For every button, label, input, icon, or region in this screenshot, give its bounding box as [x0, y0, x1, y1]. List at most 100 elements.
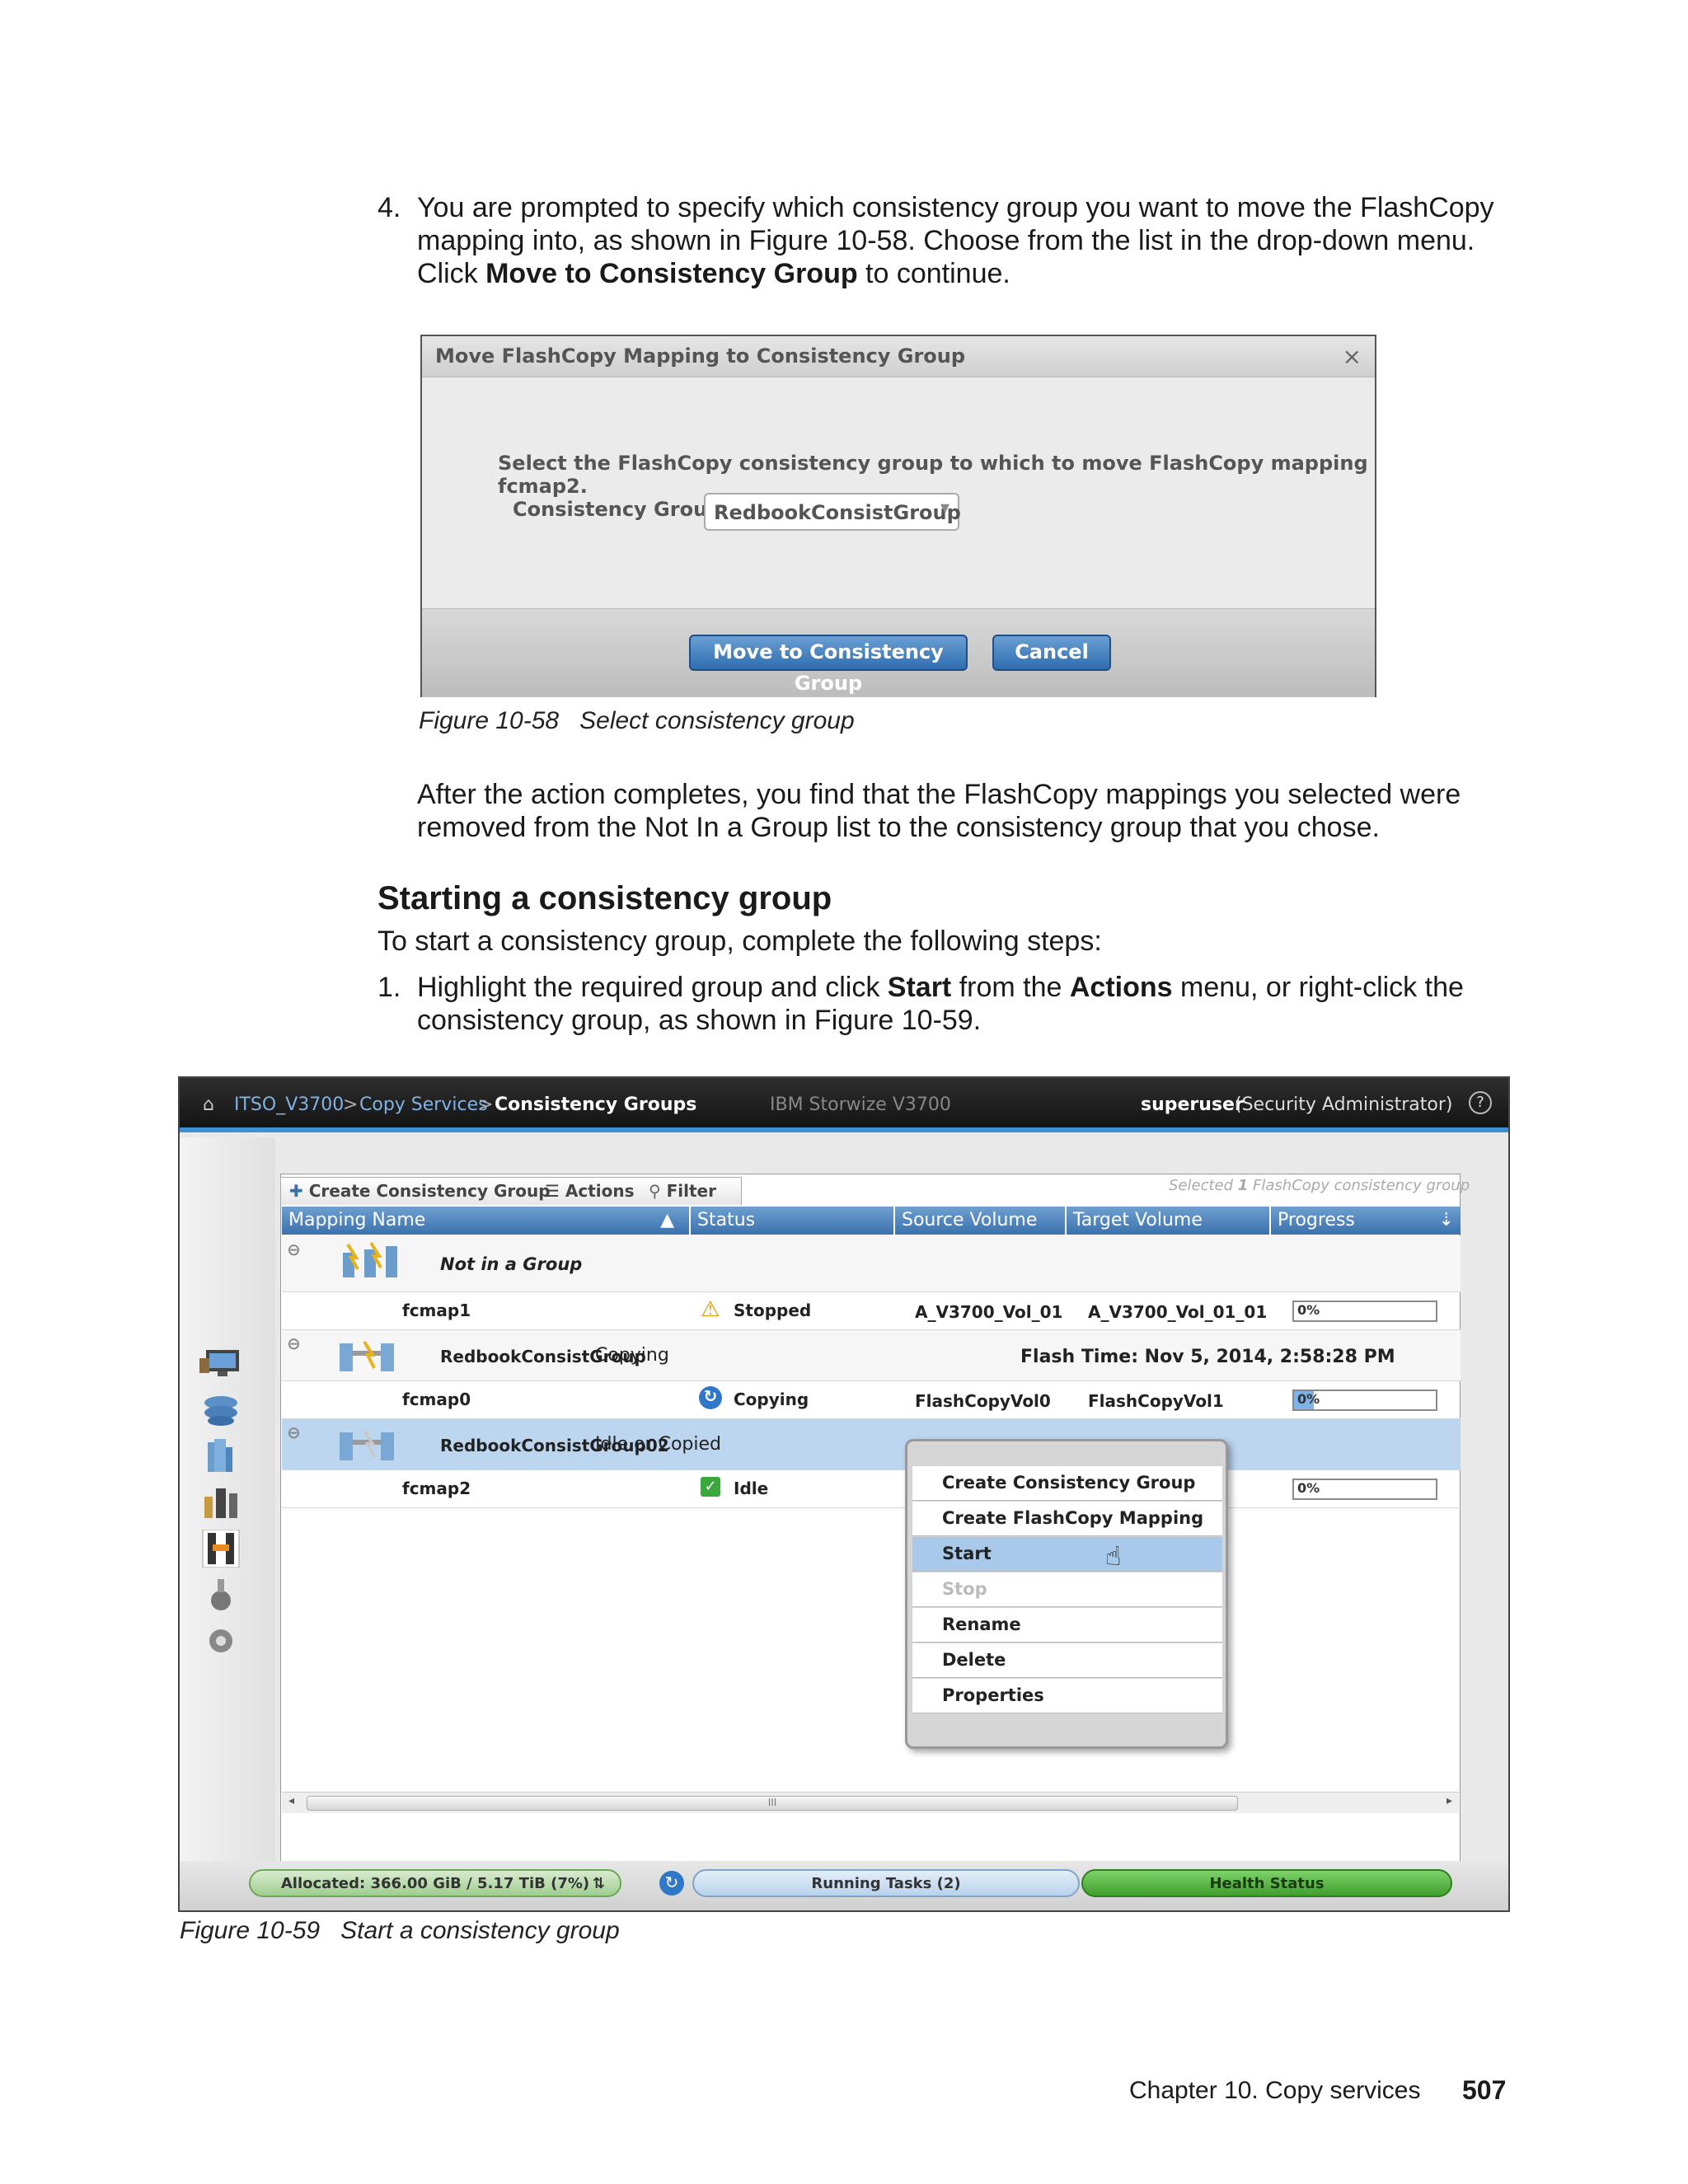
progress-bar: 0%: [1292, 1479, 1437, 1500]
consistency-group-icon: [340, 1340, 394, 1371]
move-to-consistency-group-button[interactable]: Move to Consistency Group: [689, 635, 968, 695]
group-row-selected[interactable]: ⊖ RedbookConsistGroup02 Idle or Copied: [282, 1419, 1461, 1470]
step1-l1e: menu, or right-click the: [1172, 972, 1464, 1003]
step1-l1d: Actions: [1069, 972, 1173, 1003]
target-volume: A_V3700_Vol_01_01: [1088, 1302, 1268, 1322]
breadcrumb-current: Consistency Groups: [495, 1094, 697, 1115]
mapping-name: fcmap0: [402, 1390, 471, 1409]
consistency-group-icon: [340, 1429, 394, 1460]
group-name: Not in a Group: [440, 1254, 583, 1274]
pools-icon[interactable]: [196, 1391, 246, 1429]
step4-line3: Click Move to Consistency Group to conti…: [417, 257, 1522, 290]
scroll-grip: III: [767, 1797, 777, 1808]
figure-59-number: Figure 10-59: [180, 1917, 321, 1944]
menu-item-rename[interactable]: Rename: [912, 1608, 1222, 1643]
access-icon[interactable]: [196, 1576, 246, 1614]
menu-item-properties[interactable]: Properties: [912, 1679, 1222, 1713]
page-number: 507: [1462, 2075, 1507, 2105]
create-consistency-group-button[interactable]: ✚ Create Consistency Group: [289, 1181, 551, 1201]
progress-bar: 0%: [1292, 1390, 1437, 1411]
health-status[interactable]: Health Status: [1081, 1869, 1452, 1897]
collapse-icon[interactable]: ⊖: [287, 1422, 301, 1442]
consistency-group-label: Consistency Group: [513, 498, 722, 521]
group-row[interactable]: ⊖ Not in a Group: [282, 1236, 1461, 1292]
mapping-status: Stopped: [734, 1301, 812, 1320]
target-volume: FlashCopyVol1: [1088, 1391, 1224, 1411]
plus-icon: ✚: [289, 1181, 309, 1201]
progress-bar: 0%: [1292, 1301, 1437, 1322]
breadcrumb-sep: >: [343, 1094, 359, 1115]
column-progress[interactable]: Progress ⇣: [1271, 1207, 1461, 1235]
toggle-units-icon[interactable]: ⇅: [593, 1871, 605, 1897]
mapping-name: fcmap1: [402, 1301, 471, 1320]
table-row[interactable]: fcmap0 ↻ Copying FlashCopyVol0 FlashCopy…: [282, 1381, 1461, 1419]
step-number: 1.: [377, 972, 401, 1003]
collapse-icon[interactable]: ⊖: [287, 1240, 301, 1259]
sort-ascending-icon: ▲: [660, 1210, 674, 1230]
allocated-status[interactable]: Allocated: 366.00 GiB / 5.17 TiB (7%) ⇅: [249, 1869, 621, 1897]
selection-note-c: FlashCopy consistency group: [1248, 1177, 1470, 1194]
volumes-icon[interactable]: [196, 1437, 246, 1475]
step4-line3-post: to continue.: [857, 258, 1010, 289]
figure-58-caption: Figure 10-58 Select consistency group: [419, 707, 855, 735]
selection-note-count: 1: [1237, 1177, 1249, 1194]
group-row[interactable]: ⊖ RedbookConsistGroup Copying Flash Time…: [282, 1330, 1461, 1381]
hosts-icon[interactable]: [196, 1483, 246, 1521]
left-navigation: [180, 1137, 275, 1910]
close-icon[interactable]: ×: [1343, 343, 1362, 370]
section-intro: To start a consistency group, complete t…: [377, 926, 1102, 957]
settings-icon[interactable]: [196, 1622, 246, 1660]
step4-text: You are prompted to specify which consis…: [417, 191, 1522, 290]
help-icon[interactable]: ?: [1469, 1091, 1492, 1114]
step1-text: Highlight the required group and click S…: [417, 971, 1464, 1037]
progress-text: 0%: [1297, 1480, 1320, 1496]
cancel-button[interactable]: Cancel: [992, 635, 1111, 671]
progress-text: 0%: [1297, 1302, 1320, 1318]
running-tasks-status[interactable]: Running Tasks (2): [692, 1869, 1080, 1897]
monitoring-icon[interactable]: [196, 1345, 246, 1383]
figure-58-text: Select consistency group: [579, 707, 855, 734]
menu-item-delete[interactable]: Delete: [912, 1643, 1222, 1678]
after-line1: After the action completes, you find tha…: [417, 779, 1461, 810]
user-role: (Security Administrator): [1235, 1094, 1453, 1115]
selection-note-a: Selected: [1169, 1177, 1238, 1194]
dialog-prompt: Select the FlashCopy consistency group t…: [498, 452, 1368, 498]
step4-line3-bold: Move to Consistency Group: [485, 258, 858, 289]
consistency-group-select[interactable]: RedbookConsistGroup ▾: [704, 493, 961, 531]
step-number: 4.: [377, 192, 401, 223]
home-icon[interactable]: ⌂: [203, 1094, 214, 1115]
scroll-left-icon[interactable]: ◂: [288, 1794, 294, 1807]
breadcrumb-home[interactable]: ITSO_V3700: [234, 1094, 344, 1115]
filter-button[interactable]: ⚲ Filter: [649, 1181, 716, 1201]
menu-item-create-flashcopy-mapping[interactable]: Create FlashCopy Mapping: [912, 1502, 1222, 1536]
consistency-groups-screenshot: ⌂ ITSO_V3700 > Copy Services > Consisten…: [178, 1076, 1510, 1912]
consistency-group-value: RedbookConsistGroup: [714, 501, 961, 524]
user-name[interactable]: superuser: [1141, 1094, 1244, 1115]
copy-services-icon[interactable]: [196, 1530, 246, 1568]
column-mapping-name[interactable]: Mapping Name ▲: [282, 1207, 691, 1235]
running-tasks-icon[interactable]: ↻: [659, 1871, 684, 1896]
actions-menu-button[interactable]: ☰ Actions: [545, 1181, 635, 1201]
column-target-volume[interactable]: Target Volume: [1067, 1207, 1271, 1235]
horizontal-scrollbar[interactable]: ◂ III ▸: [282, 1792, 1459, 1813]
mapping-group-icon: [343, 1241, 397, 1277]
column-chooser-icon[interactable]: ⇣: [1439, 1207, 1454, 1235]
mapping-name: fcmap2: [402, 1479, 471, 1498]
breadcrumb-copy-services[interactable]: Copy Services: [359, 1094, 488, 1115]
context-menu: Create Consistency Group Create FlashCop…: [905, 1439, 1228, 1749]
table-row[interactable]: fcmap2 ✓ Idle 0%: [282, 1470, 1461, 1508]
collapse-icon[interactable]: ⊖: [287, 1333, 301, 1353]
step1-line2: consistency group, as shown in Figure 10…: [417, 1005, 982, 1036]
scroll-right-icon[interactable]: ▸: [1447, 1794, 1452, 1807]
column-source-volume[interactable]: Source Volume: [895, 1207, 1067, 1235]
menu-item-start[interactable]: Start: [912, 1537, 1222, 1572]
menu-item-create-consistency-group[interactable]: Create Consistency Group: [912, 1466, 1222, 1501]
column-status[interactable]: Status: [691, 1207, 895, 1235]
step4-line1: You are prompted to specify which consis…: [417, 192, 1494, 223]
after-line2: removed from the Not In a Group list to …: [417, 812, 1380, 843]
dialog-title: Move FlashCopy Mapping to Consistency Gr…: [422, 336, 1375, 377]
step1-l1c: from the: [951, 972, 1070, 1003]
scroll-thumb[interactable]: III: [307, 1796, 1238, 1811]
table-row[interactable]: fcmap1 ⚠ Stopped A_V3700_Vol_01 A_V3700_…: [282, 1292, 1461, 1330]
step1-l1a: Highlight the required group and click: [417, 972, 888, 1003]
